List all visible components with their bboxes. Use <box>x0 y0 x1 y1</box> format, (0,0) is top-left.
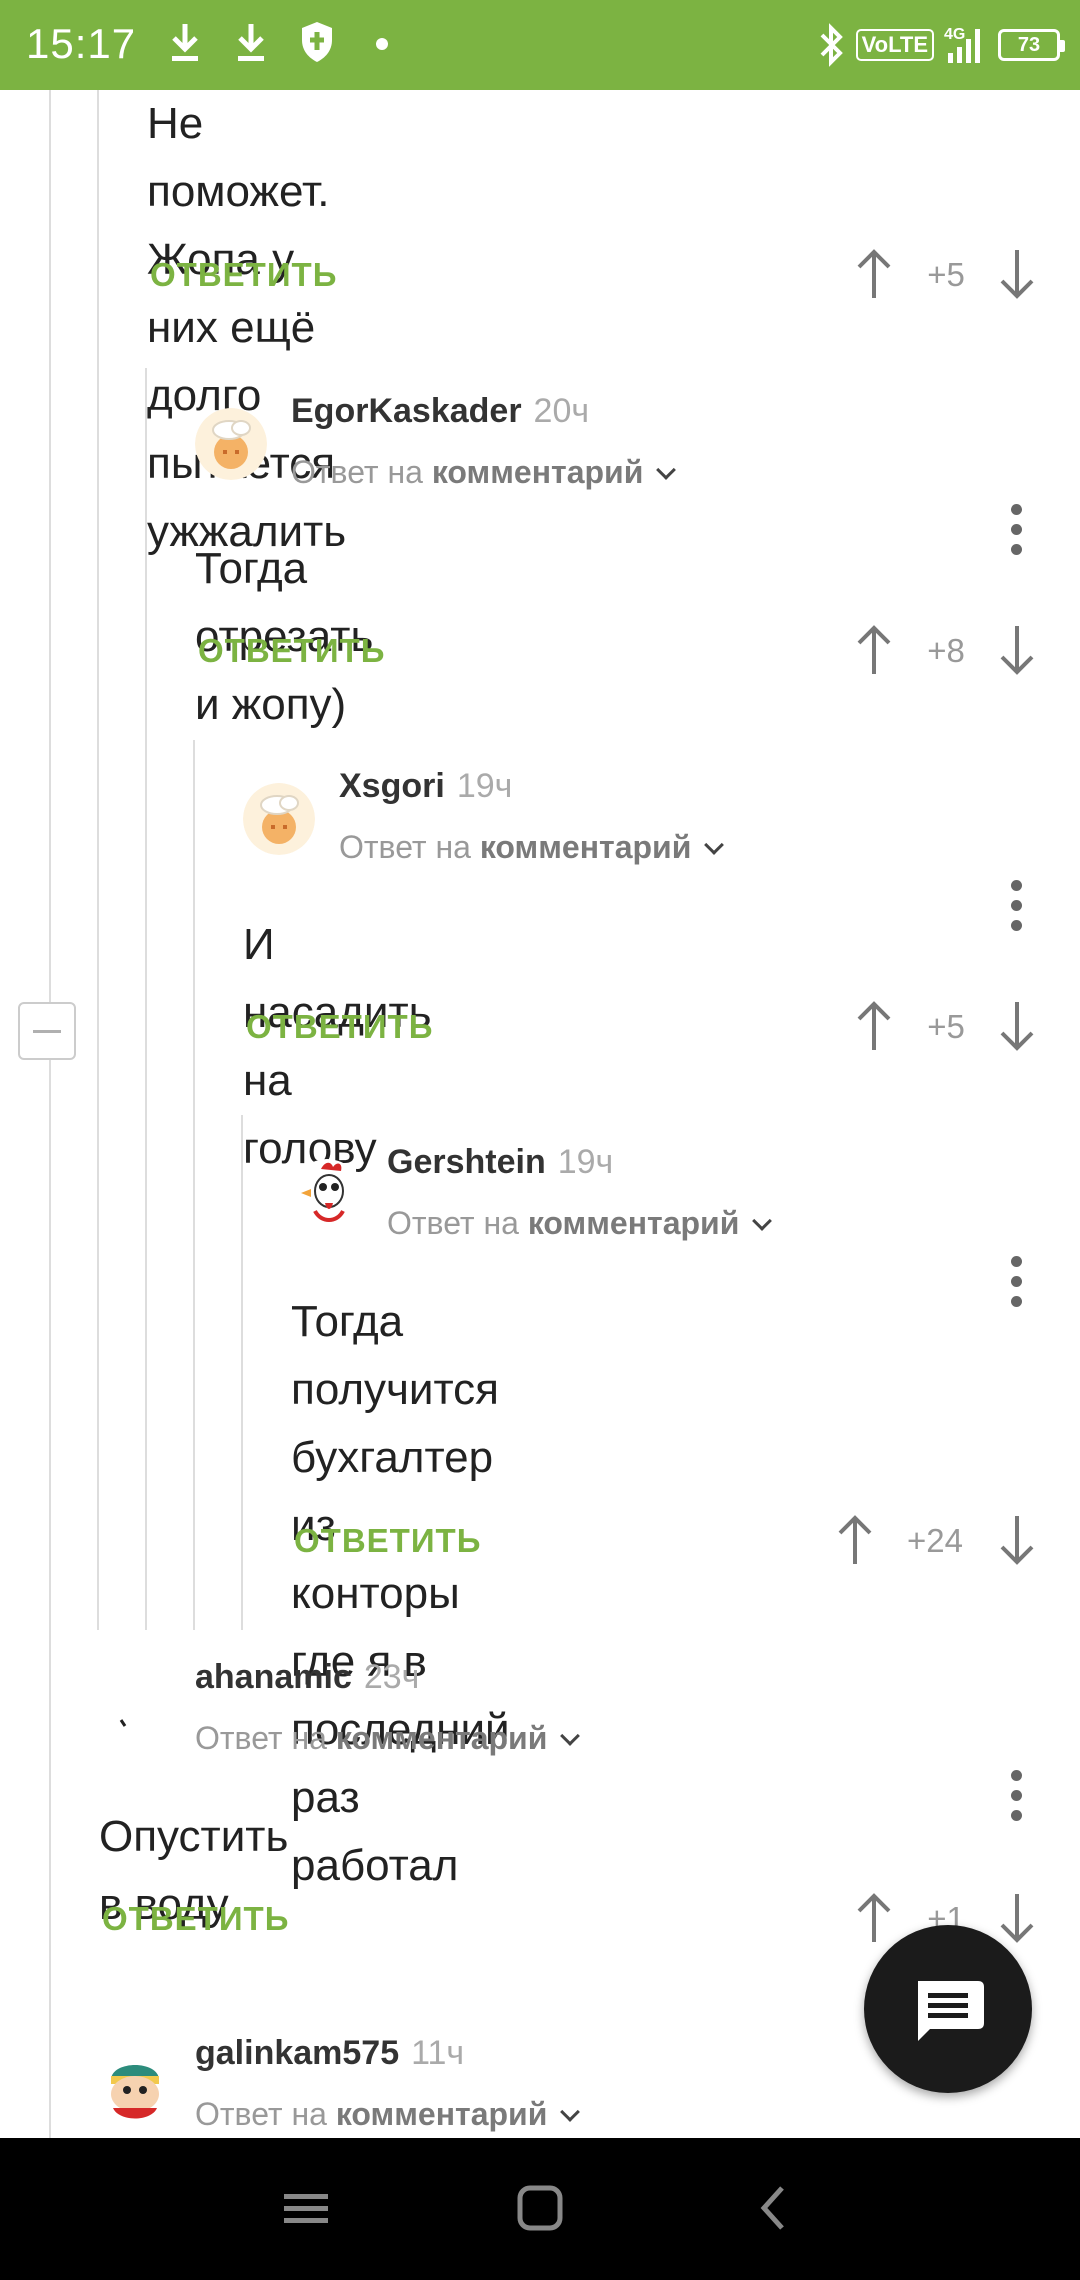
upvote-icon[interactable] <box>854 624 894 676</box>
more-options-icon[interactable] <box>1002 1766 1032 1826</box>
chevron-down-icon[interactable] <box>560 1726 581 1746</box>
comment-text-line: работал <box>291 1841 459 1890</box>
comment-score: +5 <box>927 1008 965 1045</box>
reply-button[interactable]: ОТВЕТИТЬ <box>246 1008 433 1046</box>
downvote-icon[interactable] <box>997 624 1037 676</box>
download-icon <box>238 24 264 61</box>
avatar[interactable] <box>243 783 315 855</box>
dot-icon <box>376 38 388 50</box>
reply-to-link[interactable]: Ответ на комментарий <box>195 1720 581 1757</box>
collapse-thread-button[interactable] <box>18 1002 76 1060</box>
svg-text:4G: 4G <box>944 26 965 43</box>
comment-author[interactable]: ahanamic 23ч <box>195 1658 419 1697</box>
avatar[interactable] <box>99 1690 171 1762</box>
comment-time: 20ч <box>533 392 590 430</box>
comment-time: 19ч <box>456 767 513 805</box>
download-icon <box>172 24 198 61</box>
comment-time: 11ч <box>411 2034 465 2072</box>
reply-button[interactable]: ОТВЕТИТЬ <box>294 1522 481 1560</box>
reply-button[interactable]: ОТВЕТИТЬ <box>198 632 385 670</box>
username[interactable]: ahanamic <box>195 1658 352 1696</box>
shield-icon <box>302 22 332 62</box>
downvote-icon[interactable] <box>997 248 1037 300</box>
username[interactable]: galinkam575 <box>195 2034 399 2072</box>
volte-icon: VoLTE <box>855 29 934 61</box>
signal-icon: 4G <box>944 26 980 63</box>
thread-line <box>49 90 51 2138</box>
avatar[interactable] <box>291 1159 363 1231</box>
thread-line <box>241 1115 243 1630</box>
username[interactable]: Xsgori <box>339 767 445 805</box>
reply-to-link[interactable]: Ответ на комментарий <box>195 2096 581 2133</box>
home-icon[interactable] <box>510 2178 570 2238</box>
comment-author[interactable]: EgorKaskader 20ч <box>291 392 589 431</box>
chat-icon <box>918 1981 984 2041</box>
reply-prefix: Ответ на <box>291 454 423 490</box>
battery-icon: 73 <box>998 29 1065 61</box>
reply-to-link[interactable]: Ответ на комментарий <box>339 829 725 866</box>
reply-prefix: Ответ на <box>195 1720 327 1756</box>
comment-text: Тогда получится бухгалтер из конторы где… <box>291 1288 510 1900</box>
comment-author[interactable]: Gershtein 19ч <box>387 1143 613 1182</box>
username[interactable]: Gershtein <box>387 1143 546 1181</box>
comment-author[interactable]: galinkam575 11ч <box>195 2034 464 2073</box>
chevron-down-icon[interactable] <box>752 1211 773 1231</box>
bluetooth-icon <box>820 23 843 67</box>
avatar[interactable] <box>195 408 267 480</box>
back-icon[interactable] <box>744 2178 804 2238</box>
status-bar: 15:17 VoLTE 4G 73 <box>0 0 1080 90</box>
username[interactable]: EgorKaskader <box>291 392 522 430</box>
menu-icon[interactable] <box>276 2178 336 2238</box>
comment-score: +24 <box>907 1522 963 1559</box>
reply-prefix: Ответ на <box>339 829 471 865</box>
reply-target[interactable]: комментарий <box>480 829 692 865</box>
reply-prefix: Ответ на <box>387 1205 519 1241</box>
comment-text: Не поможет. Жопа у них ещё долго пытаетс… <box>147 90 346 566</box>
status-time: 15:17 <box>26 20 137 67</box>
reply-button[interactable]: ОТВЕТИТЬ <box>150 256 337 294</box>
comment-time: 19ч <box>557 1143 614 1181</box>
upvote-icon[interactable] <box>835 1514 875 1566</box>
chevron-down-icon[interactable] <box>656 460 677 480</box>
avatar[interactable] <box>99 2050 171 2122</box>
chevron-down-icon[interactable] <box>560 2102 581 2122</box>
more-options-icon[interactable] <box>1002 876 1032 936</box>
reply-target[interactable]: комментарий <box>336 1720 548 1756</box>
comment-score: +5 <box>927 256 965 293</box>
battery-level: 73 <box>1017 33 1041 56</box>
downvote-icon[interactable] <box>997 1000 1037 1052</box>
reply-target[interactable]: комментарий <box>432 454 644 490</box>
system-nav-bar <box>0 2138 1080 2280</box>
reply-target[interactable]: комментарий <box>336 2096 548 2132</box>
chevron-down-icon[interactable] <box>704 835 725 855</box>
upvote-icon[interactable] <box>854 1000 894 1052</box>
comment-time: 23ч <box>363 1658 420 1696</box>
comments-feed[interactable]: Не поможет. Жопа у них ещё долго пытаетс… <box>0 90 1080 2138</box>
comment-text-line: Тогда получится бухгалтер из <box>291 1297 499 1550</box>
reply-button[interactable]: ОТВЕТИТЬ <box>102 1900 289 1938</box>
new-comment-fab-button[interactable] <box>864 1925 1032 2093</box>
more-options-icon[interactable] <box>1002 500 1032 560</box>
reply-to-link[interactable]: Ответ на комментарий <box>291 454 677 491</box>
upvote-icon[interactable] <box>854 248 894 300</box>
downvote-icon[interactable] <box>997 1514 1037 1566</box>
thread-line <box>193 740 195 1630</box>
more-options-icon[interactable] <box>1002 1252 1032 1312</box>
reply-target[interactable]: комментарий <box>528 1205 740 1241</box>
status-right-icons: VoLTE 4G 73 <box>816 20 1065 70</box>
comment-score: +8 <box>927 632 965 669</box>
reply-to-link[interactable]: Ответ на комментарий <box>387 1205 773 1242</box>
comment-author[interactable]: Xsgori 19ч <box>339 767 512 806</box>
thread-line <box>97 90 99 1630</box>
reply-prefix: Ответ на <box>195 2096 327 2132</box>
